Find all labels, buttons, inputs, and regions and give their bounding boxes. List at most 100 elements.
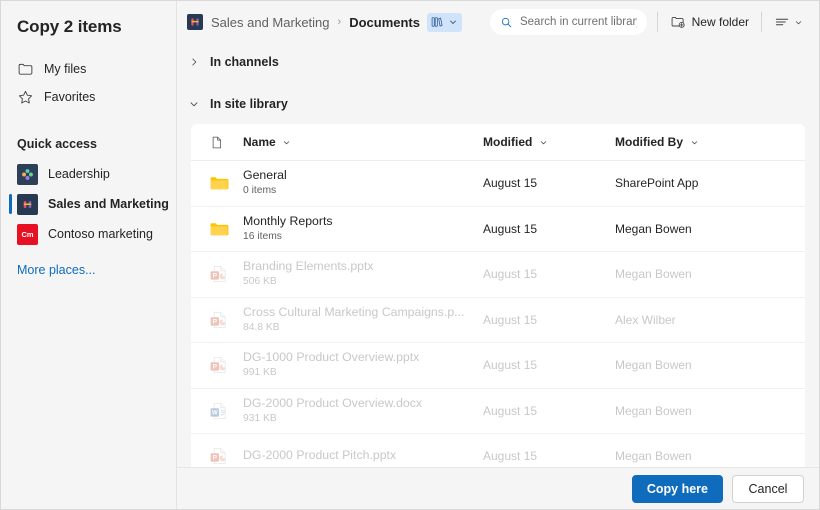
row-name-cell: Branding Elements.pptx 506 KB bbox=[243, 259, 483, 289]
search-icon bbox=[500, 16, 513, 29]
svg-text:P: P bbox=[213, 318, 218, 325]
section-label: In site library bbox=[210, 97, 288, 111]
svg-text:P: P bbox=[213, 273, 218, 280]
file-modified: August 15 bbox=[483, 176, 538, 191]
more-places-link[interactable]: More places... bbox=[1, 263, 176, 277]
file-modified-by: Megan Bowen bbox=[615, 358, 692, 373]
sidebar-item-contoso-marketing[interactable]: Cm Contoso marketing bbox=[1, 219, 176, 249]
file-modified: August 15 bbox=[483, 312, 538, 327]
column-header-modified[interactable]: Modified bbox=[483, 135, 548, 149]
row-modified-by-cell: Megan Bowen bbox=[615, 447, 805, 465]
row-modified-cell: August 15 bbox=[483, 220, 615, 238]
toolbar: Sales and Marketing › Documents Search i… bbox=[177, 1, 819, 43]
sidebar-item-sales-and-marketing[interactable]: Sales and Marketing bbox=[1, 189, 176, 219]
library-picker-button[interactable] bbox=[426, 12, 462, 32]
section-in-site-library[interactable]: In site library bbox=[177, 91, 819, 117]
folder-icon bbox=[210, 223, 229, 235]
row-modified-cell: August 15 bbox=[483, 311, 615, 329]
sidebar-item-favorites[interactable]: Favorites bbox=[1, 83, 176, 111]
file-modified: August 15 bbox=[483, 221, 538, 236]
cancel-button[interactable]: Cancel bbox=[732, 474, 804, 503]
file-list-header: Name Modified Modified By bbox=[191, 124, 805, 161]
file-modified: August 15 bbox=[483, 403, 538, 418]
table-row: W DG-2000 Product Overview.docx 931 KB A… bbox=[191, 389, 805, 434]
file-list-card: Name Modified Modified By General 0 item… bbox=[191, 124, 805, 509]
sidebar-item-label: Leadership bbox=[48, 167, 110, 181]
main-pane: Sales and Marketing › Documents Search i… bbox=[177, 1, 819, 509]
search-box[interactable] bbox=[489, 9, 647, 35]
section-in-channels[interactable]: In channels bbox=[177, 49, 819, 75]
view-options-button[interactable] bbox=[772, 10, 805, 34]
table-row[interactable]: Monthly Reports 16 items August 15 Megan… bbox=[191, 207, 805, 252]
file-meta: 991 KB bbox=[243, 367, 277, 379]
chevron-down-icon bbox=[538, 137, 548, 147]
file-modified-by: Megan Bowen bbox=[615, 403, 692, 418]
file-meta: 506 KB bbox=[243, 276, 277, 288]
svg-text:P: P bbox=[213, 364, 218, 371]
breadcrumb-separator: › bbox=[337, 16, 342, 28]
row-modified-cell: August 15 bbox=[483, 402, 615, 420]
file-name: General bbox=[243, 168, 287, 183]
row-icon-cell: P bbox=[199, 264, 243, 284]
file-type-icon bbox=[209, 135, 224, 150]
row-modified-by-cell: Alex Wilber bbox=[615, 311, 805, 329]
file-modified: August 15 bbox=[483, 449, 538, 464]
file-modified: August 15 bbox=[483, 267, 538, 282]
table-row: P Cross Cultural Marketing Campaigns.p..… bbox=[191, 298, 805, 343]
chevron-down-icon bbox=[689, 137, 699, 147]
copy-here-button[interactable]: Copy here bbox=[631, 474, 723, 503]
word-file-icon: W bbox=[210, 402, 226, 419]
row-modified-cell: August 15 bbox=[483, 447, 615, 465]
table-row[interactable]: General 0 items August 15 SharePoint App bbox=[191, 161, 805, 207]
powerpoint-file-icon: P bbox=[210, 311, 226, 328]
quick-access-heading: Quick access bbox=[17, 137, 97, 151]
sidebar-item-label: Favorites bbox=[44, 90, 96, 104]
chevron-right-icon bbox=[187, 56, 200, 69]
table-row: P DG-1000 Product Overview.pptx 991 KB A… bbox=[191, 343, 805, 389]
breadcrumb-site-link[interactable]: Sales and Marketing bbox=[211, 15, 330, 30]
row-icon-cell: W bbox=[199, 401, 243, 421]
row-icon-cell: P bbox=[199, 310, 243, 330]
column-header-modified-by[interactable]: Modified By bbox=[615, 135, 699, 149]
file-name: DG-2000 Product Pitch.pptx bbox=[243, 448, 397, 463]
file-modified: August 15 bbox=[483, 358, 538, 373]
sidebar-item-label: My files bbox=[44, 62, 87, 76]
section-label: In channels bbox=[210, 55, 279, 69]
breadcrumb-site-icon bbox=[187, 14, 203, 30]
column-header-file-type[interactable] bbox=[199, 135, 243, 150]
sidebar-item-my-files[interactable]: My files bbox=[1, 55, 176, 83]
dialog-footer: Copy here Cancel bbox=[177, 467, 819, 509]
row-modified-cell: August 15 bbox=[483, 174, 615, 192]
file-list-scroll-area[interactable]: General 0 items August 15 SharePoint App bbox=[191, 161, 805, 509]
sidebar-item-leadership[interactable]: Leadership bbox=[1, 159, 176, 189]
row-name-cell: General 0 items bbox=[243, 168, 483, 198]
new-folder-button[interactable]: New folder bbox=[668, 10, 751, 34]
folder-icon bbox=[210, 177, 229, 190]
file-meta: 84.8 KB bbox=[243, 321, 280, 333]
search-input[interactable] bbox=[519, 16, 637, 28]
svg-text:W: W bbox=[212, 409, 218, 416]
file-modified-by: Megan Bowen bbox=[615, 267, 692, 282]
file-modified-by: Megan Bowen bbox=[615, 449, 692, 464]
file-name: Monthly Reports bbox=[243, 213, 333, 228]
row-icon-cell bbox=[199, 173, 243, 193]
chevron-down-icon bbox=[187, 98, 200, 111]
column-header-name[interactable]: Name bbox=[243, 135, 292, 149]
powerpoint-file-icon: P bbox=[210, 448, 226, 465]
breadcrumb-current: Documents bbox=[349, 14, 420, 30]
chevron-down-icon bbox=[282, 137, 292, 147]
column-header-name-label: Name bbox=[243, 135, 276, 149]
file-name: DG-1000 Product Overview.pptx bbox=[243, 350, 420, 365]
library-icon bbox=[430, 15, 445, 30]
file-meta: 16 items bbox=[243, 230, 282, 242]
row-icon-cell bbox=[199, 219, 243, 239]
column-header-modified-cell: Modified bbox=[483, 133, 615, 151]
toolbar-divider-2 bbox=[761, 12, 762, 32]
file-name: DG-2000 Product Overview.docx bbox=[243, 395, 423, 410]
powerpoint-file-icon: P bbox=[210, 357, 226, 374]
row-name-cell: Monthly Reports 16 items bbox=[243, 214, 483, 244]
row-modified-cell: August 15 bbox=[483, 265, 615, 283]
new-folder-label: New folder bbox=[691, 15, 749, 29]
file-modified-by: SharePoint App bbox=[615, 176, 699, 191]
chevron-down-icon bbox=[793, 17, 803, 27]
